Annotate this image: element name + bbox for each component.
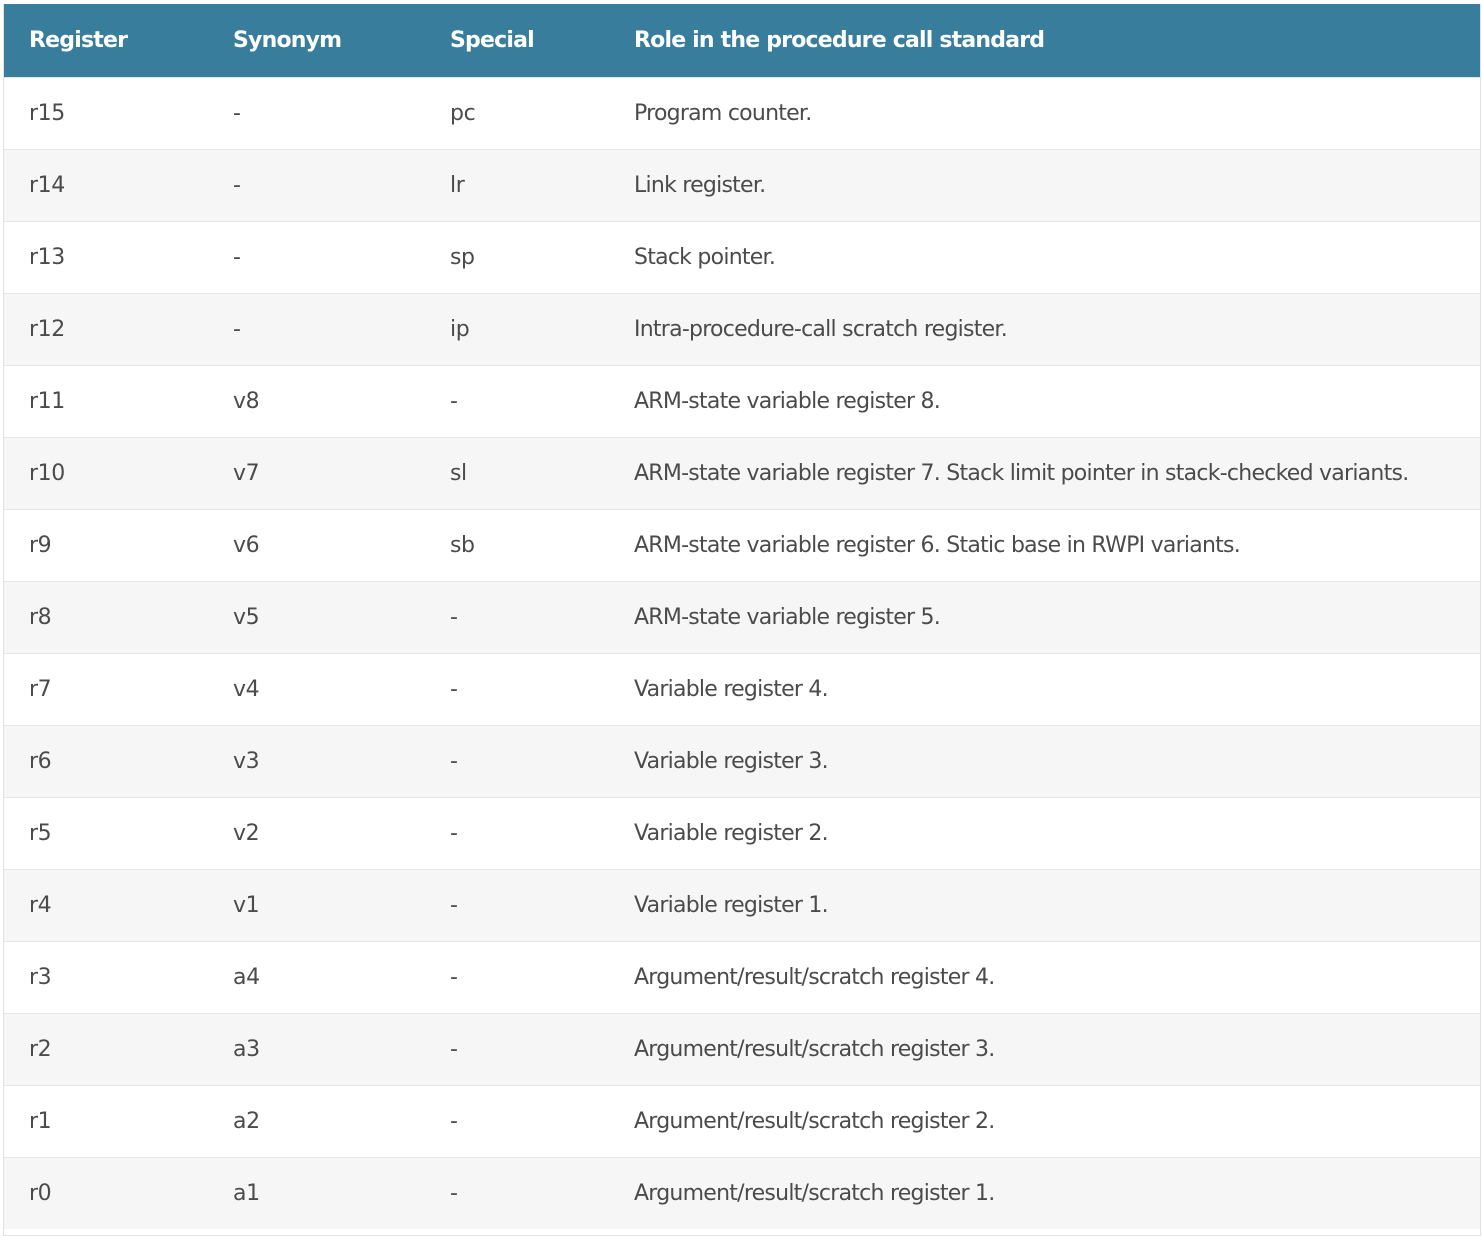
special-cell: -	[450, 1036, 458, 1062]
header-row: Register Synonym Special Role in the pro…	[4, 4, 1480, 77]
special-cell: ip	[450, 316, 470, 342]
register-cell: r5	[29, 820, 52, 846]
special-cell: sb	[450, 532, 475, 558]
register-cell: r15	[29, 100, 65, 126]
special-cell: -	[450, 1180, 458, 1206]
register-cell: r13	[29, 244, 65, 270]
table-header: Register Synonym Special Role in the pro…	[4, 4, 1480, 77]
register-table: Register Synonym Special Role in the pro…	[4, 4, 1480, 1229]
role-cell: Argument/result/scratch register 3.	[634, 1036, 995, 1062]
table-row: r5 v2 - Variable register 2.	[4, 797, 1480, 869]
table-row: r12 - ip Intra-procedure-call scratch re…	[4, 293, 1480, 365]
role-cell: Variable register 2.	[634, 820, 829, 846]
register-cell: r10	[29, 460, 65, 486]
role-cell: Argument/result/scratch register 4.	[634, 964, 995, 990]
synonym-cell: -	[233, 316, 241, 342]
register-table-container: Register Synonym Special Role in the pro…	[3, 4, 1481, 1236]
table-row: r9 v6 sb ARM-state variable register 6. …	[4, 509, 1480, 581]
special-cell: -	[450, 604, 458, 630]
register-cell: r3	[29, 964, 52, 990]
role-cell: Variable register 1.	[634, 892, 829, 918]
register-cell: r14	[29, 172, 65, 198]
role-cell: Program counter.	[634, 100, 812, 126]
register-cell: r0	[29, 1180, 52, 1206]
synonym-cell: a1	[233, 1180, 260, 1206]
role-cell: ARM-state variable register 5.	[634, 604, 941, 630]
synonym-cell: v7	[233, 460, 260, 486]
synonym-cell: v5	[233, 604, 260, 630]
synonym-cell: a4	[233, 964, 260, 990]
role-cell: Argument/result/scratch register 1.	[634, 1180, 995, 1206]
synonym-cell: a2	[233, 1108, 260, 1134]
synonym-cell: v6	[233, 532, 260, 558]
register-cell: r9	[29, 532, 52, 558]
table-row: r3 a4 - Argument/result/scratch register…	[4, 941, 1480, 1013]
special-cell: -	[450, 892, 458, 918]
table-row: r7 v4 - Variable register 4.	[4, 653, 1480, 725]
synonym-cell: a3	[233, 1036, 260, 1062]
role-cell: Link register.	[634, 172, 766, 198]
role-cell: Variable register 4.	[634, 676, 829, 702]
column-header-special: Special	[450, 27, 535, 53]
table-row: r10 v7 sl ARM-state variable register 7.…	[4, 437, 1480, 509]
synonym-cell: -	[233, 172, 241, 198]
role-cell: ARM-state variable register 7. Stack lim…	[634, 460, 1409, 486]
table-row: r14 - lr Link register.	[4, 149, 1480, 221]
register-cell: r2	[29, 1036, 52, 1062]
table-row: r13 - sp Stack pointer.	[4, 221, 1480, 293]
synonym-cell: v3	[233, 748, 260, 774]
synonym-cell: -	[233, 244, 241, 270]
role-cell: Stack pointer.	[634, 244, 776, 270]
special-cell: -	[450, 1108, 458, 1134]
table-row: r1 a2 - Argument/result/scratch register…	[4, 1085, 1480, 1157]
register-cell: r6	[29, 748, 52, 774]
synonym-cell: -	[233, 100, 241, 126]
register-cell: r1	[29, 1108, 52, 1134]
table-row: r15 - pc Program counter.	[4, 77, 1480, 149]
register-cell: r12	[29, 316, 65, 342]
register-cell: r11	[29, 388, 65, 414]
special-cell: pc	[450, 100, 476, 126]
special-cell: sl	[450, 460, 467, 486]
special-cell: sp	[450, 244, 475, 270]
synonym-cell: v2	[233, 820, 260, 846]
special-cell: -	[450, 964, 458, 990]
role-cell: ARM-state variable register 8.	[634, 388, 941, 414]
special-cell: -	[450, 676, 458, 702]
role-cell: ARM-state variable register 6. Static ba…	[634, 532, 1241, 558]
synonym-cell: v8	[233, 388, 260, 414]
role-cell: Variable register 3.	[634, 748, 829, 774]
special-cell: -	[450, 748, 458, 774]
table-body: r15 - pc Program counter. r14 - lr Link …	[4, 77, 1480, 1229]
synonym-cell: v1	[233, 892, 260, 918]
special-cell: lr	[450, 172, 465, 198]
column-header-role: Role in the procedure call standard	[634, 27, 1045, 53]
special-cell: -	[450, 388, 458, 414]
table-row: r0 a1 - Argument/result/scratch register…	[4, 1157, 1480, 1229]
table-row: r11 v8 - ARM-state variable register 8.	[4, 365, 1480, 437]
synonym-cell: v4	[233, 676, 260, 702]
role-cell: Intra-procedure-call scratch register.	[634, 316, 1008, 342]
table-row: r4 v1 - Variable register 1.	[4, 869, 1480, 941]
column-header-register: Register	[29, 27, 128, 53]
column-header-synonym: Synonym	[233, 27, 342, 53]
table-row: r8 v5 - ARM-state variable register 5.	[4, 581, 1480, 653]
register-cell: r8	[29, 604, 52, 630]
register-cell: r4	[29, 892, 52, 918]
special-cell: -	[450, 820, 458, 846]
role-cell: Argument/result/scratch register 2.	[634, 1108, 995, 1134]
table-row: r2 a3 - Argument/result/scratch register…	[4, 1013, 1480, 1085]
table-row: r6 v3 - Variable register 3.	[4, 725, 1480, 797]
register-cell: r7	[29, 676, 52, 702]
